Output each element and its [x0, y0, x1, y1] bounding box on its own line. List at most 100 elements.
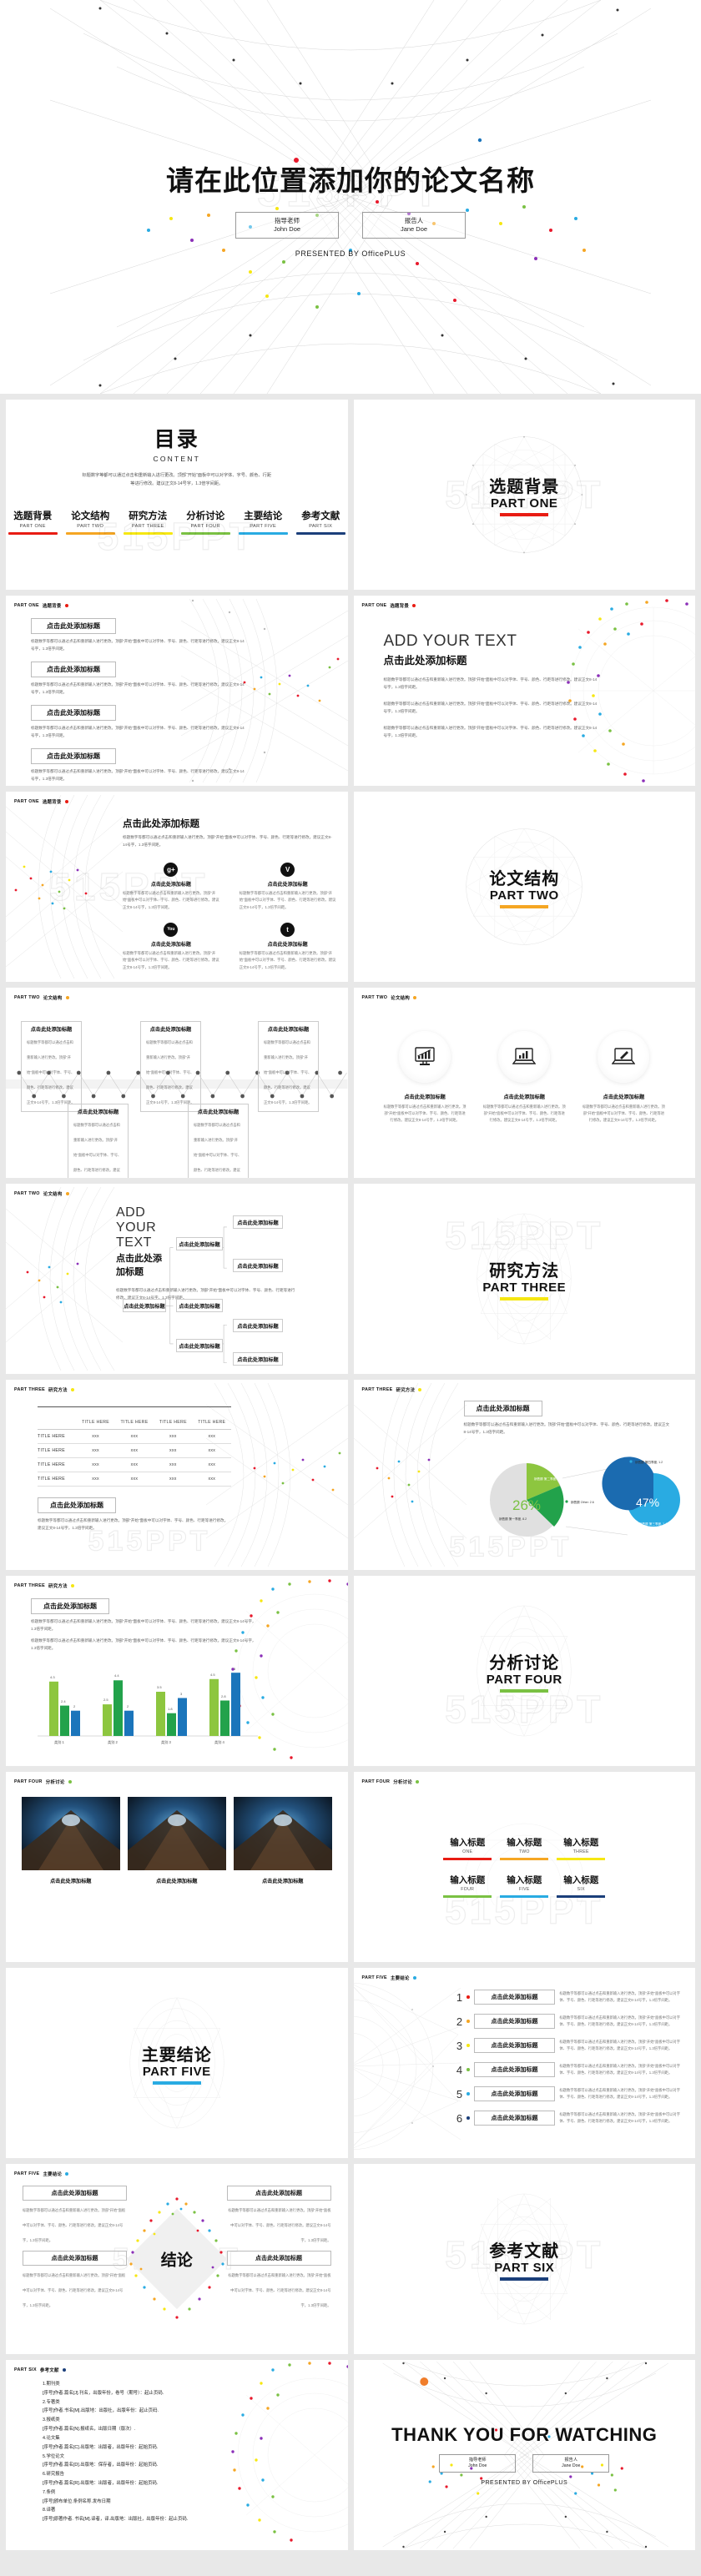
divider-bar	[500, 1297, 549, 1301]
icon-cell-3[interactable]: You 点击此处添加标题 标题数字等都可以通过点击和重新输入进行更改。顶部“开始…	[123, 922, 219, 971]
chart-title[interactable]: 点击此处添加标题	[463, 1401, 542, 1416]
header-cn: 参考文献	[39, 2368, 59, 2373]
item-dot-icon	[466, 2116, 470, 2120]
item-number: 3	[456, 2039, 463, 2052]
card-title: 点击此处添加标题	[226, 2251, 331, 2266]
table-caption-title[interactable]: 点击此处添加标题	[38, 1497, 116, 1513]
tree-leaf-3[interactable]: 点击此处添加标题	[233, 1319, 283, 1332]
icon-cell-4[interactable]: t 点击此处添加标题 标题数字等都可以通过点击和重新输入进行更改。顶部“开始”面…	[240, 922, 336, 971]
device-cell-1[interactable]: 点击此处添加标题 标题数字等都可以通过点击和重新输入进行更改。顶部“开始”面板中…	[383, 1031, 466, 1124]
svg-text:4.5: 4.5	[210, 1673, 215, 1677]
grouped-bar-chart: 4.3 2.4 2 类别 1 2.5 4.4 2 类别 2 3.5 1.8 3	[38, 1667, 258, 1745]
icon-cell-1[interactable]: g+ 点击此处添加标题 标题数字等都可以通过点击和重新输入进行更改。顶部“开始”…	[123, 862, 219, 911]
tree-node-1[interactable]: 点击此处添加标题	[176, 1237, 223, 1250]
slide-header: PART THREE 研究方法	[14, 1386, 74, 1393]
list-item[interactable]: 2 点击此处添加标题 标题数字等都可以通过点击和重新输入进行更改。顶部“开始”面…	[454, 2014, 686, 2029]
conclusion-card-br[interactable]: 点击此处添加标题 标题数字等都可以通过点击和重新输入进行更改。顶部“开始”面板中…	[226, 2251, 331, 2311]
block-title[interactable]: 点击此处添加标题	[31, 704, 116, 721]
photo-cell-3[interactable]: 点击此处添加标题	[233, 1797, 332, 1884]
six-title-3[interactable]: 输入标题 THREE	[557, 1836, 606, 1860]
timeline-card-top-2[interactable]: 点击此处添加标题 标题数字等都可以通过点击和重新输入进行更改。顶部“开始”面板中…	[140, 1021, 201, 1112]
six-title-bar	[500, 1895, 549, 1899]
item-title: 点击此处添加标题	[473, 2086, 556, 2101]
toc-item-cn: 论文结构	[71, 511, 110, 522]
advisor-name: John Doe	[468, 2463, 487, 2468]
ref-line: 4.论文集	[43, 2435, 60, 2441]
list-item[interactable]: 5 点击此处添加标题 标题数字等都可以通过点击和重新输入进行更改。顶部“开始”面…	[454, 2086, 686, 2101]
slide-part-one-add-your-text: PART ONE 选题背景 ADD YOUR TEXT 点击此处添加标题 标题数…	[353, 596, 695, 786]
tree-node-2[interactable]: 点击此处添加标题	[176, 1299, 223, 1312]
slide-table-of-contents: 目录 CONTENT 标题数字等都可以通过点击和重新输入进行更改。顶部“开始”面…	[6, 400, 348, 590]
toc-item-en: PART FOUR	[190, 524, 220, 530]
card-title: 点击此处添加标题	[30, 1027, 73, 1033]
list-item[interactable]: 1 点击此处添加标题 标题数字等都可以通过点击和重新输入进行更改。顶部“开始”面…	[454, 1990, 686, 2005]
header-part: PART THREE	[14, 1387, 46, 1392]
toc-item-bar	[123, 532, 173, 536]
toc-item-4[interactable]: 分析讨论 PART FOUR	[180, 509, 230, 536]
timeline-card-bottom-2[interactable]: 点击此处添加标题 标题数字等都可以通过点击和重新输入进行更改。顶部“开始”面板中…	[188, 1104, 249, 1178]
ref-line: 3.报纸类	[43, 2418, 60, 2423]
six-title-6[interactable]: 输入标题 SIX	[557, 1874, 606, 1899]
toc-item-1[interactable]: 选题背景 PART ONE	[8, 509, 58, 536]
item-dot-icon	[466, 2068, 470, 2071]
six-title-en: FOUR	[461, 1887, 475, 1892]
ref-line: 1.期刊类	[43, 2382, 60, 2387]
slide-part-two-org-tree: PART TWO 论文结构 ADD YOUR TEXT 点击此处添加标题 标题数…	[6, 1184, 348, 1374]
block-title[interactable]: 点击此处添加标题	[31, 618, 116, 634]
divider-bar	[500, 513, 549, 516]
conclusion-card-tr[interactable]: 点击此处添加标题 标题数字等都可以通过点击和重新输入进行更改。顶部“开始”面板中…	[226, 2186, 331, 2246]
svg-text:销售额 第三季度, 1.4: 销售额 第三季度, 1.4	[639, 1522, 667, 1526]
tree-leaf-2[interactable]: 点击此处添加标题	[233, 1259, 283, 1272]
tree-node-root[interactable]: 点击此处添加标题	[123, 1299, 166, 1312]
block-title[interactable]: 点击此处添加标题	[31, 661, 116, 677]
cell: xxx	[208, 1448, 216, 1453]
toc-item-3[interactable]: 研究方法 PART THREE	[123, 509, 173, 536]
six-title-2[interactable]: 输入标题 TWO	[500, 1836, 549, 1860]
item-title: 点击此处添加标题	[473, 2062, 556, 2077]
list-item[interactable]: 4 点击此处添加标题 标题数字等都可以通过点击和重新输入进行更改。顶部“开始”面…	[454, 2062, 686, 2077]
svg-text:2.5: 2.5	[103, 1698, 108, 1702]
timeline-card-bottom-1[interactable]: 点击此处添加标题 标题数字等都可以通过点击和重新输入进行更改。顶部“开始”面板中…	[68, 1104, 129, 1178]
block-title[interactable]: 点击此处添加标题	[31, 747, 116, 764]
slide-divider-part-two: 论文结构 PART TWO	[353, 792, 695, 982]
svg-text:销售额 第一季度, 8.2: 销售额 第一季度, 8.2	[499, 1517, 527, 1521]
divider-title-cn: 选题背景	[489, 478, 560, 497]
block-body: 标题数字等都可以通过点击和重新输入进行更改。顶部“开始”面板中可以对字体、字号、…	[31, 725, 245, 737]
conclusion-card-bl[interactable]: 点击此处添加标题 标题数字等都可以通过点击和重新输入进行更改。顶部“开始”面板中…	[23, 2251, 127, 2311]
ref-line: [序号]颁布单位.条例名称.发布日期	[43, 2498, 111, 2504]
timeline-card-top-1[interactable]: 点击此处添加标题 标题数字等都可以通过点击和重新输入进行更改。顶部“开始”面板中…	[21, 1021, 82, 1112]
chart-title[interactable]: 点击此处添加标题	[31, 1598, 109, 1614]
toc-item-5[interactable]: 主要结论 PART FIVE	[238, 509, 288, 536]
device-cell-2[interactable]: 点击此处添加标题 标题数字等都可以通过点击和重新输入进行更改。顶部“开始”面板中…	[482, 1031, 566, 1124]
chart-intro-1: 标题数字等都可以通过点击和重新输入进行更改。顶部“开始”面板中可以对字体、字号、…	[31, 1619, 256, 1631]
icon-cell-2[interactable]: V 点击此处添加标题 标题数字等都可以通过点击和重新输入进行更改。顶部“开始”面…	[240, 862, 336, 911]
header-part: PART SIX	[14, 2367, 37, 2372]
toc-item-2[interactable]: 论文结构 PART TWO	[65, 509, 115, 536]
conclusion-card-tl[interactable]: 点击此处添加标题 标题数字等都可以通过点击和重新输入进行更改。顶部“开始”面板中…	[23, 2186, 127, 2246]
device-cell-3[interactable]: 点击此处添加标题 标题数字等都可以通过点击和重新输入进行更改。顶部“开始”面板中…	[582, 1031, 665, 1124]
icon-cell-title: 点击此处添加标题	[267, 942, 308, 948]
slide-title[interactable]: 点击此处添加标题	[123, 817, 336, 830]
photo-cell-1[interactable]: 点击此处添加标题	[21, 1797, 120, 1884]
device-title: 点击此处添加标题	[404, 1094, 446, 1100]
timeline-card-top-3[interactable]: 点击此处添加标题 标题数字等都可以通过点击和重新输入进行更改。顶部“开始”面板中…	[258, 1021, 319, 1112]
chart-intro: 标题数字等都可以通过点击和重新输入进行更改。顶部“开始”面板中可以对字体、字号、…	[463, 1422, 670, 1434]
tree-leaf-4[interactable]: 点击此处添加标题	[233, 1352, 283, 1366]
slide-title-cn[interactable]: 点击此处添加标题	[384, 652, 604, 667]
tree-leaf-1[interactable]: 点击此处添加标题	[233, 1215, 283, 1229]
item-body: 标题数字等都可以通过点击和重新输入进行更改。顶部“开始”面板中可以对字体、字号、…	[559, 1990, 681, 2002]
ref-line: 6.研究报告	[43, 2472, 65, 2478]
six-title-1[interactable]: 输入标题 ONE	[443, 1836, 492, 1860]
six-title-4[interactable]: 输入标题 FOUR	[443, 1874, 492, 1899]
six-title-cn: 输入标题	[563, 1837, 599, 1848]
card-body: 标题数字等都可以通过点击和重新输入进行更改。顶部“开始”面板中可以对字体、字号、…	[228, 2273, 331, 2307]
list-item[interactable]: 6 点击此处添加标题 标题数字等都可以通过点击和重新输入进行更改。顶部“开始”面…	[454, 2111, 686, 2126]
presenter-role: 报告人	[564, 2457, 578, 2463]
photo-cell-2[interactable]: 点击此处添加标题	[127, 1797, 226, 1884]
toc-item-6[interactable]: 参考文献 PART SIX	[295, 509, 345, 536]
chart-intro-2: 标题数字等都可以通过点击和重新输入进行更改。顶部“开始”面板中可以对字体、字号、…	[31, 1638, 256, 1650]
tree-connectors	[164, 1226, 227, 1363]
tree-node-3[interactable]: 点击此处添加标题	[176, 1339, 223, 1352]
six-title-5[interactable]: 输入标题 FIVE	[500, 1874, 549, 1899]
list-item[interactable]: 3 点击此处添加标题 标题数字等都可以通过点击和重新输入进行更改。顶部“开始”面…	[454, 2038, 686, 2053]
